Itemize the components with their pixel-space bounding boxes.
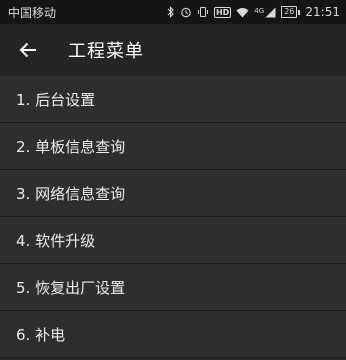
battery-cap [298, 9, 301, 15]
alarm-icon [180, 6, 192, 18]
menu-item-label: 4. 软件升级 [16, 231, 96, 250]
menu-item-software-upgrade[interactable]: 4. 软件升级 [0, 217, 346, 264]
menu-item-label: 1. 后台设置 [16, 90, 96, 109]
hd-icon: HD [213, 6, 232, 18]
wifi-icon [236, 7, 249, 18]
battery-icon: 26 [281, 6, 298, 18]
menu-item-label: 3. 网络信息查询 [16, 184, 126, 203]
menu-item-label: 2. 单板信息查询 [16, 137, 126, 156]
clock: 21:51 [305, 5, 340, 19]
menu-item-network-info[interactable]: 3. 网络信息查询 [0, 170, 346, 217]
battery-level: 26 [284, 7, 295, 16]
bluetooth-icon [167, 6, 175, 18]
app-bar: 工程菜单 [0, 24, 346, 76]
menu-item-board-info[interactable]: 2. 单板信息查询 [0, 123, 346, 170]
menu-item-factory-reset[interactable]: 5. 恢复出厂设置 [0, 264, 346, 311]
arrow-left-icon [19, 42, 36, 58]
vibrate-icon [197, 6, 209, 18]
menu-item-label: 6. 补电 [16, 325, 66, 344]
signal-icon: 4G [254, 7, 276, 18]
status-bar: 中国移动 HD 4G 26 21:51 [0, 0, 346, 24]
menu-item-recharge[interactable]: 6. 补电 [0, 311, 346, 358]
back-button[interactable] [16, 38, 40, 62]
status-icons: HD 4G 26 21:51 [167, 5, 340, 19]
carrier-label: 中国移动 [8, 5, 57, 20]
page-title: 工程菜单 [68, 41, 144, 62]
engineering-menu-list: 1. 后台设置 2. 单板信息查询 3. 网络信息查询 4. 软件升级 5. 恢… [0, 76, 346, 358]
network-type-label: 4G [254, 6, 265, 15]
menu-item-label: 5. 恢复出厂设置 [16, 278, 126, 297]
menu-item-background-settings[interactable]: 1. 后台设置 [0, 76, 346, 123]
